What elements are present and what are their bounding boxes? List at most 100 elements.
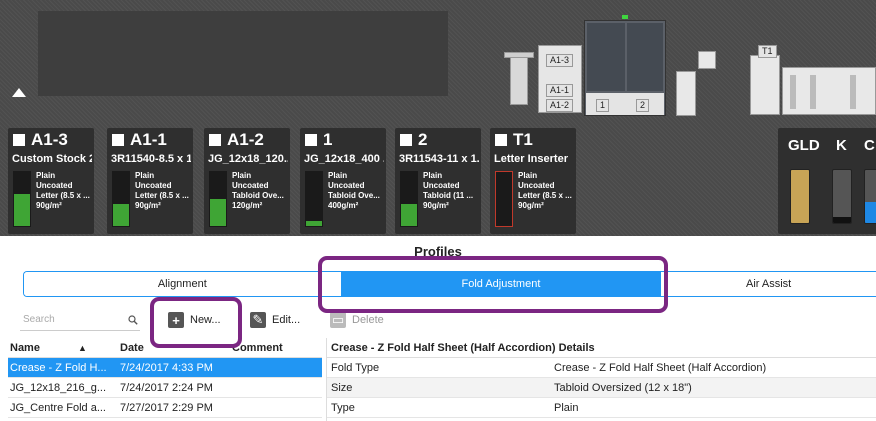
row-name: JG_Centre Fold a...: [10, 402, 106, 414]
printer-illustration[interactable]: A1-3 A1-1 A1-2 1 2 T1: [500, 5, 876, 120]
row-date: 7/24/2017 4:33 PM: [120, 362, 213, 374]
toner-bar-c: [864, 169, 876, 224]
tray-level-fill: [401, 204, 417, 226]
tray-media-line: Tabloid Ove...: [232, 191, 284, 200]
tray-media-description: Plain Uncoated Tabloid Ove... 120g/m²: [232, 171, 284, 211]
detail-value: Crease - Z Fold Half Sheet (Half Accordi…: [554, 362, 767, 374]
tray-id-label: A1-1: [130, 130, 167, 149]
search-icon[interactable]: [128, 315, 138, 325]
row-comment: [232, 378, 322, 397]
tray-media-line: Plain: [328, 171, 348, 180]
new-label: New...: [190, 314, 221, 326]
tray-t1[interactable]: T1 Letter Inserter Plain Uncoated Letter (8.…: [490, 128, 576, 234]
tab-air-assist[interactable]: Air Assist: [661, 272, 876, 296]
toner-panel[interactable]: GLD K C: [778, 128, 876, 234]
row-comment: [232, 398, 322, 417]
tray-media-line: 90g/m²: [135, 201, 161, 210]
detail-value: Tabloid Oversized (12 x 18"): [554, 382, 692, 394]
tray-a1-3[interactable]: A1-3 Custom Stock 2 Plain Uncoated Letter (8…: [8, 128, 94, 234]
row-name: Crease - Z Fold H...: [10, 362, 107, 374]
toner-label-k: K: [836, 137, 847, 154]
tray-1[interactable]: 1 JG_12x18_400 ... Plain Uncoated Tabloid Ov…: [300, 128, 386, 234]
tray-media-line: Plain: [36, 171, 56, 180]
tab-alignment[interactable]: Alignment: [24, 272, 342, 296]
trash-icon: ▭: [330, 312, 346, 328]
detail-row: Type Plain: [327, 398, 876, 418]
tray-media-line: Letter (8.5 x ...: [518, 191, 572, 200]
table-row[interactable]: JG_12x18_216_g... 7/24/2017 2:24 PM: [8, 378, 322, 398]
tray-media-line: Plain: [135, 171, 155, 180]
row-date: 7/24/2017 2:24 PM: [120, 382, 213, 394]
inserter-module: [750, 55, 780, 115]
row-comment: [232, 358, 322, 377]
column-date[interactable]: Date: [120, 338, 232, 357]
finisher-slot-3: [850, 75, 856, 109]
printer-label-a1-2: A1-2: [546, 99, 574, 112]
tray-media-line: Uncoated: [518, 181, 555, 190]
list-header: Name ▲ Date Comment: [8, 338, 322, 358]
delete-label: Delete: [352, 314, 384, 326]
tray-media-line: Uncoated: [328, 181, 365, 190]
tray-square-icon: [400, 134, 412, 146]
toner-fill-c: [865, 201, 876, 223]
search-placeholder: Search: [23, 314, 55, 325]
profiles-title: Profiles: [0, 238, 876, 266]
toner-fill-k: [833, 216, 851, 223]
tray-level-gauge: [495, 171, 513, 227]
tray-id-label: A1-2: [227, 130, 264, 149]
toner-label-c: C: [864, 137, 875, 154]
sort-up-icon: ▲: [77, 343, 87, 353]
pencil-icon: ✎: [250, 312, 266, 328]
details-title: Crease - Z Fold Half Sheet (Half Accordi…: [327, 338, 876, 358]
tray-level-fill: [14, 193, 30, 226]
cooling-module: [698, 51, 716, 69]
new-button[interactable]: + New...: [168, 309, 221, 331]
table-row[interactable]: Crease - Z Fold H... 7/24/2017 4:33 PM: [8, 358, 322, 378]
tray-media-line: Plain: [518, 171, 538, 180]
detail-row: Fold Type Crease - Z Fold Half Sheet (Hal…: [327, 358, 876, 378]
toner-bar-gld: [790, 169, 810, 224]
printer-label-tray-1: 1: [596, 99, 610, 112]
column-comment[interactable]: Comment: [232, 338, 322, 357]
tray-id: A1-3: [13, 130, 68, 150]
detail-row: Size Tabloid Oversized (12 x 18"): [327, 378, 876, 398]
tray-media-description: Plain Uncoated Letter (8.5 x ... 90g/m²: [518, 171, 572, 211]
edit-button[interactable]: ✎ Edit...: [250, 309, 300, 331]
tray-square-icon: [112, 134, 124, 146]
tray-stock-name: Custom Stock 2: [12, 153, 92, 165]
tray-media-line: Tabloid Ove...: [328, 191, 380, 200]
column-name-label: Name: [10, 342, 40, 354]
tray-media-line: Letter (8.5 x ...: [135, 191, 189, 200]
interface-module: [676, 71, 696, 116]
tray-media-line: Uncoated: [423, 181, 460, 190]
machine-status-area: A1-3 A1-1 A1-2 1 2 T1 A1-3 Custom Stock 2…: [0, 0, 876, 236]
table-row[interactable]: JG_Centre Fold a... 7/27/2017 2:29 PM: [8, 398, 322, 418]
printer-label-a1-3: A1-3: [546, 54, 574, 67]
tray-level-gauge: [13, 171, 31, 227]
status-light: [622, 15, 628, 19]
detail-key: Size: [331, 382, 353, 394]
tray-2[interactable]: 2 3R11543-11 x 1... Plain Uncoated Tabloid (…: [395, 128, 481, 234]
tray-media-line: 90g/m²: [423, 201, 449, 210]
tray-stock-name: JG_12x18_400 ...: [304, 153, 384, 165]
tray-media-description: Plain Uncoated Tabloid Ove... 400g/m²: [328, 171, 380, 211]
profile-details: Crease - Z Fold Half Sheet (Half Accordi…: [326, 338, 876, 421]
tray-a1-2[interactable]: A1-2 JG_12x18_120... Plain Uncoated Tabloid …: [204, 128, 290, 234]
tray-id: T1: [495, 130, 533, 150]
detail-key: Fold Type: [331, 362, 380, 374]
tab-fold-adjustment[interactable]: Fold Adjustment: [341, 272, 662, 296]
tray-media-line: Plain: [423, 171, 443, 180]
tray-media-description: Plain Uncoated Tabloid (11 ... 90g/m²: [423, 171, 473, 211]
collapse-arrow-icon[interactable]: [12, 88, 26, 97]
printer-label-t1: T1: [758, 45, 777, 58]
tray-media-line: 120g/m²: [232, 201, 263, 210]
detail-key: Type: [331, 402, 355, 414]
tray-a1-1[interactable]: A1-1 3R11540-8.5 x 1... PlainUncoatedLette…: [107, 128, 193, 234]
delete-button[interactable]: ▭ Delete: [330, 309, 384, 331]
tray-id: A1-1: [112, 130, 167, 150]
message-panel: [38, 11, 448, 96]
tray-id-label: T1: [513, 130, 533, 149]
edit-label: Edit...: [272, 314, 301, 326]
column-name[interactable]: Name ▲: [8, 338, 120, 357]
search-input[interactable]: Search: [20, 309, 140, 331]
